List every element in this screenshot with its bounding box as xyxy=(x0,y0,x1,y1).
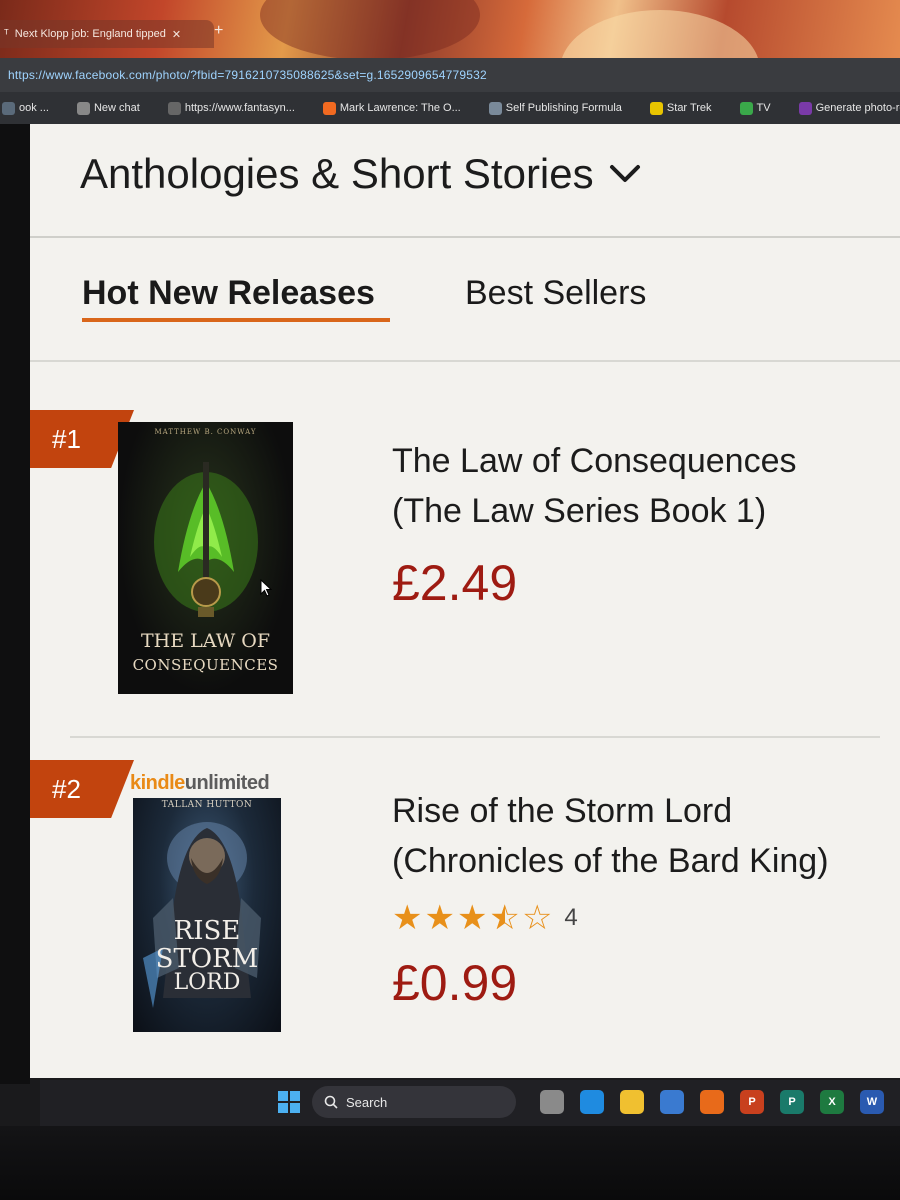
book-cover-rise-of-the-storm-lord[interactable]: TALLAN HUTTON RISE STORM LORD xyxy=(133,798,281,1032)
title-line: The Law of Consequences xyxy=(392,442,797,480)
cover-title-line: CONSEQUENCES xyxy=(132,656,279,674)
address-bar[interactable]: https://www.facebook.com/photo/?fbid=791… xyxy=(0,58,900,92)
ku-kindle-text: kindle xyxy=(130,772,185,794)
book-icon xyxy=(2,101,15,115)
bookmark-label: Self Publishing Formula xyxy=(505,102,622,114)
bookmark-item[interactable]: https://www.fantasyn... xyxy=(167,101,295,115)
browser-tab[interactable]: ᵀ Next Klopp job: England tipped ✕ xyxy=(0,20,214,48)
chevron-down-icon xyxy=(609,165,640,182)
powerpoint-icon[interactable]: P xyxy=(740,1090,764,1114)
title-line: (Chronicles of the Bard King) xyxy=(392,842,829,880)
kindle-unlimited-badge: kindleunlimited xyxy=(130,772,270,795)
monitor-shadow xyxy=(0,124,30,1084)
divider xyxy=(70,736,880,738)
bookmark-item[interactable]: Generate photo-realist... xyxy=(798,101,900,115)
bookmark-item[interactable]: Self Publishing Formula xyxy=(488,101,622,115)
cover-art xyxy=(143,822,261,1008)
bookmark-label: TV xyxy=(756,102,771,114)
bookmark-item[interactable]: Star Trek xyxy=(649,101,712,115)
taskview-icon[interactable] xyxy=(540,1090,564,1114)
excel-icon[interactable]: X xyxy=(820,1090,844,1114)
tab-favicon: ᵀ xyxy=(4,28,9,40)
tv-icon xyxy=(739,101,753,115)
book-cover-law-of-consequences[interactable]: MATTHEW B. CONWAY THE LAW OF CONSEQUENCE… xyxy=(118,422,293,694)
bookmark-label: https://www.fantasyn... xyxy=(184,102,295,114)
new-tab-icon[interactable]: + xyxy=(214,22,223,40)
divider xyxy=(30,236,900,238)
category-dropdown[interactable]: Anthologies & Short Stories xyxy=(80,150,642,198)
tab-best-sellers[interactable]: Best Sellers xyxy=(465,274,646,313)
star-icon: ★ xyxy=(392,899,423,937)
product-price: £0.99 xyxy=(392,955,518,1011)
windows-start-icon[interactable] xyxy=(278,1091,300,1113)
cover-title-line: RISE xyxy=(173,916,241,946)
wallpaper-swirl xyxy=(260,0,480,58)
word-icon[interactable]: W xyxy=(860,1090,884,1114)
active-tab-indicator xyxy=(82,318,390,322)
rank-badge: #2 xyxy=(30,760,134,818)
tab-close-icon[interactable]: ✕ xyxy=(172,28,181,41)
g-icon xyxy=(798,101,812,115)
empty-star-icon: ☆ xyxy=(521,899,553,937)
ku-unlimited-text: unlimited xyxy=(184,772,270,794)
product-price: £2.49 xyxy=(392,555,518,611)
search-icon xyxy=(324,1095,338,1109)
cover-title-line: THE LAW OF xyxy=(140,630,271,652)
review-count[interactable]: 4 xyxy=(564,904,577,932)
monitor-bezel xyxy=(0,1126,900,1200)
spf-icon xyxy=(488,101,502,115)
bookmark-label: New chat xyxy=(93,102,140,114)
bookmark-label: ook ... xyxy=(19,102,49,114)
url-text[interactable]: https://www.facebook.com/photo/?fbid=791… xyxy=(0,68,487,82)
bookmark-label: Star Trek xyxy=(666,102,712,114)
bookmark-label: Mark Lawrence: The O... xyxy=(339,102,461,114)
wallpaper-swirl xyxy=(560,10,760,58)
play-icon xyxy=(649,101,663,115)
bookmark-item[interactable]: ook ... xyxy=(2,101,49,115)
bookmarks-bar: ook ... New chat https://www.fantasyn... Ma… xyxy=(0,92,900,124)
blogger-icon xyxy=(322,101,336,115)
windows-taskbar: Search PPXW xyxy=(40,1080,900,1126)
cover-art xyxy=(154,462,258,617)
cover-author: TALLAN HUTTON xyxy=(161,800,253,810)
bookmark-item[interactable]: New chat xyxy=(76,101,140,115)
star-icon: ★ xyxy=(424,899,455,937)
star-rating[interactable]: ★ ★ ★ ☆★ ☆ 4 xyxy=(392,898,578,938)
search-label: Search xyxy=(346,1094,388,1110)
page-icon xyxy=(167,101,181,115)
mouse-cursor-icon xyxy=(260,579,273,597)
category-title: Anthologies & Short Stories xyxy=(80,150,594,197)
star-icon: ★ xyxy=(456,899,488,937)
chatgpt-icon xyxy=(76,101,90,115)
tab-title: Next Klopp job: England tipped xyxy=(14,28,166,40)
file-explorer-icon[interactable] xyxy=(620,1090,644,1114)
product-title[interactable]: The Law of Consequences (The Law Series … xyxy=(392,436,796,536)
edge-icon[interactable] xyxy=(580,1090,604,1114)
mail-icon[interactable] xyxy=(660,1090,684,1114)
taskbar-search[interactable]: Search xyxy=(312,1086,516,1118)
product-title[interactable]: Rise of the Storm Lord (Chronicles of th… xyxy=(392,786,829,886)
tab-hot-new-releases[interactable]: Hot New Releases xyxy=(82,274,375,313)
half-star-icon: ☆★ xyxy=(489,899,520,937)
firefox-icon[interactable] xyxy=(700,1090,724,1114)
bookmark-item[interactable]: Mark Lawrence: The O... xyxy=(322,101,461,115)
browser-tab-strip: ᵀ Next Klopp job: England tipped ✕ + xyxy=(0,0,900,58)
publisher-icon[interactable]: P xyxy=(780,1090,804,1114)
title-line: (The Law Series Book 1) xyxy=(392,492,767,530)
amazon-page: Anthologies & Short Stories Hot New Rele… xyxy=(30,124,900,1078)
divider xyxy=(30,360,900,362)
title-line: Rise of the Storm Lord xyxy=(392,792,733,830)
bookmark-item[interactable]: TV xyxy=(739,101,771,115)
cover-title-line: LORD xyxy=(173,970,241,995)
cover-author: MATTHEW B. CONWAY xyxy=(154,428,257,436)
bookmark-label: Generate photo-realist... xyxy=(815,102,900,114)
